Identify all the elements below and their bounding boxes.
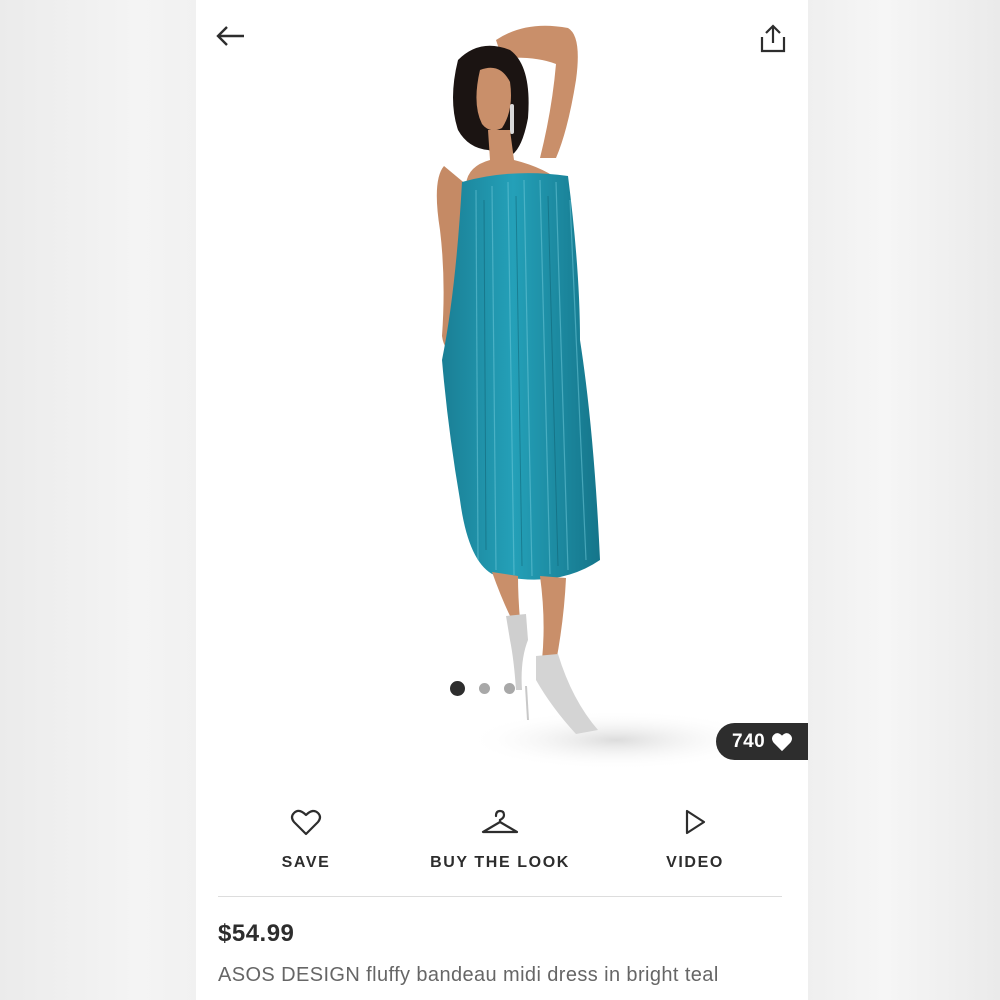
backdrop-right — [808, 0, 1000, 1000]
gallery-pagination — [450, 681, 515, 696]
backdrop-left — [0, 0, 196, 1000]
gallery-dot[interactable] — [479, 683, 490, 694]
buy-the-look-button[interactable]: BUY THE LOOK — [420, 800, 580, 872]
likes-badge[interactable]: 740 — [716, 723, 808, 760]
buy-the-look-label: BUY THE LOOK — [430, 854, 570, 871]
video-label: VIDEO — [666, 854, 724, 871]
back-button[interactable] — [210, 16, 250, 56]
gallery-dot-active[interactable] — [450, 681, 465, 696]
gallery-dot[interactable] — [504, 683, 515, 694]
save-button[interactable]: SAVE — [266, 800, 346, 872]
likes-count: 740 — [732, 730, 766, 752]
save-label: SAVE — [281, 854, 331, 871]
product-page: 740 SAVE BUY THE LOOK VIDEO $54.99 ASOS … — [196, 0, 808, 1000]
share-button[interactable] — [753, 18, 793, 58]
heart-outline-icon — [290, 809, 322, 836]
hanger-icon — [481, 809, 519, 834]
heart-filled-icon — [772, 732, 793, 751]
product-title: ASOS DESIGN fluffy bandeau midi dress in… — [218, 964, 719, 986]
product-price: $54.99 — [218, 920, 295, 947]
product-image-gallery[interactable]: 740 — [196, 0, 808, 778]
section-divider — [218, 896, 782, 897]
play-icon — [685, 809, 706, 835]
product-photo — [436, 25, 766, 770]
arrow-left-icon — [216, 26, 244, 46]
video-button[interactable]: VIDEO — [655, 800, 735, 872]
action-bar: SAVE BUY THE LOOK VIDEO — [196, 800, 808, 880]
share-icon — [760, 24, 786, 53]
